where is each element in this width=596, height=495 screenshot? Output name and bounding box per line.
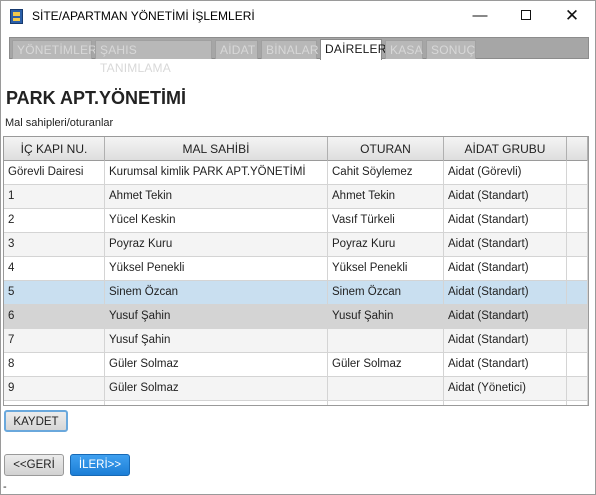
section-label: Mal sahipleri/oturanlar [5, 117, 114, 129]
page-title: PARK APT.YÖNETİMİ [6, 88, 187, 108]
tab-yonetimler[interactable]: YÖNETİMLER [12, 40, 97, 59]
table-header: İÇ KAPI NU. MAL SAHİBİ OTURAN AİDAT GRUB… [4, 137, 588, 161]
cell-kapi: 8 [4, 353, 105, 377]
cell-aidat-grubu: Aidat (Standart) [444, 353, 567, 377]
cell-extra [567, 257, 588, 281]
cell-oturan: Poyraz Kuru [328, 233, 444, 257]
cell-mal-sahibi: Güler Solmaz [105, 377, 328, 401]
cell-mal-sahibi: Yücel Keskin [105, 209, 328, 233]
table-row[interactable]: 5 Sinem Özcan Sinem Özcan Aidat (Standart) [4, 281, 588, 305]
cell-extra [567, 329, 588, 353]
cell-aidat-grubu: Aidat (Standart) [444, 209, 567, 233]
cell-oturan: Ahmet Tekin [328, 185, 444, 209]
column-header-oturan[interactable]: OTURAN [328, 137, 444, 161]
app-window: SİTE/APARTMAN YÖNETİMİ İŞLEMLERİ — ✕ YÖN… [0, 0, 596, 495]
cell-aidat-grubu: Aidat (Yönetici) [444, 377, 567, 401]
cell-oturan [328, 377, 444, 401]
cell-mal-sahibi: Yusuf Şahin [105, 305, 328, 329]
cell-extra [567, 281, 588, 305]
cell-mal-sahibi: Yüksel Penekli [105, 257, 328, 281]
cell-kapi: Görevli Dairesi [4, 161, 105, 185]
cell-mal-sahibi: Güler Solmaz [105, 353, 328, 377]
column-header-extra [567, 137, 588, 161]
cell-mal-sahibi: Kurumsal kimlik PARK APT.YÖNETİMİ [105, 161, 328, 185]
back-button[interactable]: <<GERİ [4, 454, 64, 476]
window-title: SİTE/APARTMAN YÖNETİMİ İŞLEMLERİ [32, 9, 255, 23]
cell-mal-sahibi: Yusuf Şahin [105, 329, 328, 353]
building-icon [10, 9, 23, 24]
tab-sonuc[interactable]: SONUÇ [426, 40, 476, 59]
maximize-icon [521, 9, 531, 20]
table-row[interactable]: 7 Yusuf Şahin Aidat (Standart) [4, 329, 588, 353]
owners-table[interactable]: İÇ KAPI NU. MAL SAHİBİ OTURAN AİDAT GRUB… [3, 136, 589, 406]
cell-oturan: Güler Solmaz [328, 353, 444, 377]
cell-kapi [4, 401, 105, 405]
tab-binalar[interactable]: BİNALAR [261, 40, 319, 59]
cell-oturan: Sinem Özcan [328, 281, 444, 305]
cell-mal-sahibi: Ahmet Tekin [105, 185, 328, 209]
cell-kapi: 3 [4, 233, 105, 257]
cell-extra [567, 377, 588, 401]
tab-kasa[interactable]: KASA [385, 40, 423, 59]
cell-kapi: 1 [4, 185, 105, 209]
cell-extra [567, 401, 588, 405]
cell-mal-sahibi: Poyraz Kuru [105, 233, 328, 257]
cell-oturan: Cahit Söylemez [328, 161, 444, 185]
tab-strip: YÖNETİMLER ŞAHIS TANIMLAMA AİDAT BİNALAR… [9, 37, 589, 75]
table-row[interactable]: 6 Yusuf Şahin Yusuf Şahin Aidat (Standart) [4, 305, 588, 329]
cell-extra [567, 353, 588, 377]
status-text: - [3, 481, 7, 493]
cell-oturan: Yüksel Penekli [328, 257, 444, 281]
column-header-mal-sahibi[interactable]: MAL SAHİBİ [105, 137, 328, 161]
cell-kapi: 2 [4, 209, 105, 233]
tab-daireler[interactable]: DAİRELER [320, 39, 386, 60]
title-bar[interactable]: SİTE/APARTMAN YÖNETİMİ İŞLEMLERİ — ✕ [1, 1, 595, 32]
cell-extra [567, 305, 588, 329]
table-row[interactable]: 1 Ahmet Tekin Ahmet Tekin Aidat (Standart) [4, 185, 588, 209]
cell-extra [567, 185, 588, 209]
cell-kapi: 9 [4, 377, 105, 401]
column-header-aidat-grubu[interactable]: AİDAT GRUBU [444, 137, 567, 161]
cell-mal-sahibi: Sinem Özcan [105, 281, 328, 305]
minimize-button[interactable]: — [457, 1, 503, 32]
column-header-kapi[interactable]: İÇ KAPI NU. [4, 137, 105, 161]
tab-sahis-tanimlama[interactable]: ŞAHIS TANIMLAMA [95, 40, 212, 75]
close-icon: ✕ [564, 6, 580, 25]
cell-aidat-grubu [444, 401, 567, 405]
table-row[interactable]: 8 Güler Solmaz Güler Solmaz Aidat (Standart… [4, 353, 588, 377]
minimize-icon: — [472, 7, 488, 24]
table-row[interactable]: Görevli Dairesi Kurumsal kimlik PARK APT.… [4, 161, 588, 185]
cell-extra [567, 233, 588, 257]
tab-aidat[interactable]: AİDAT [215, 40, 258, 59]
cell-kapi: 5 [4, 281, 105, 305]
cell-oturan [328, 401, 444, 405]
cell-oturan [328, 329, 444, 353]
cell-extra [567, 161, 588, 185]
table-row[interactable]: 4 Yüksel Penekli Yüksel Penekli Aidat (Stan… [4, 257, 588, 281]
table-row[interactable] [4, 401, 588, 405]
next-button[interactable]: İLERİ>> [70, 454, 130, 476]
cell-kapi: 7 [4, 329, 105, 353]
cell-aidat-grubu: Aidat (Standart) [444, 329, 567, 353]
cell-aidat-grubu: Aidat (Standart) [444, 305, 567, 329]
maximize-button[interactable] [503, 1, 549, 32]
cell-extra [567, 209, 588, 233]
cell-kapi: 6 [4, 305, 105, 329]
cell-aidat-grubu: Aidat (Standart) [444, 281, 567, 305]
close-button[interactable]: ✕ [549, 1, 595, 32]
table-row[interactable]: 9 Güler Solmaz Aidat (Yönetici) [4, 377, 588, 401]
cell-oturan: Vasıf Türkeli [328, 209, 444, 233]
cell-oturan: Yusuf Şahin [328, 305, 444, 329]
cell-aidat-grubu: Aidat (Standart) [444, 257, 567, 281]
cell-mal-sahibi [105, 401, 328, 405]
table-row[interactable]: 3 Poyraz Kuru Poyraz Kuru Aidat (Standart) [4, 233, 588, 257]
cell-kapi: 4 [4, 257, 105, 281]
save-button[interactable]: KAYDET [4, 410, 68, 432]
cell-aidat-grubu: Aidat (Standart) [444, 233, 567, 257]
table-row[interactable]: 2 Yücel Keskin Vasıf Türkeli Aidat (Standar… [4, 209, 588, 233]
cell-aidat-grubu: Aidat (Görevli) [444, 161, 567, 185]
cell-aidat-grubu: Aidat (Standart) [444, 185, 567, 209]
